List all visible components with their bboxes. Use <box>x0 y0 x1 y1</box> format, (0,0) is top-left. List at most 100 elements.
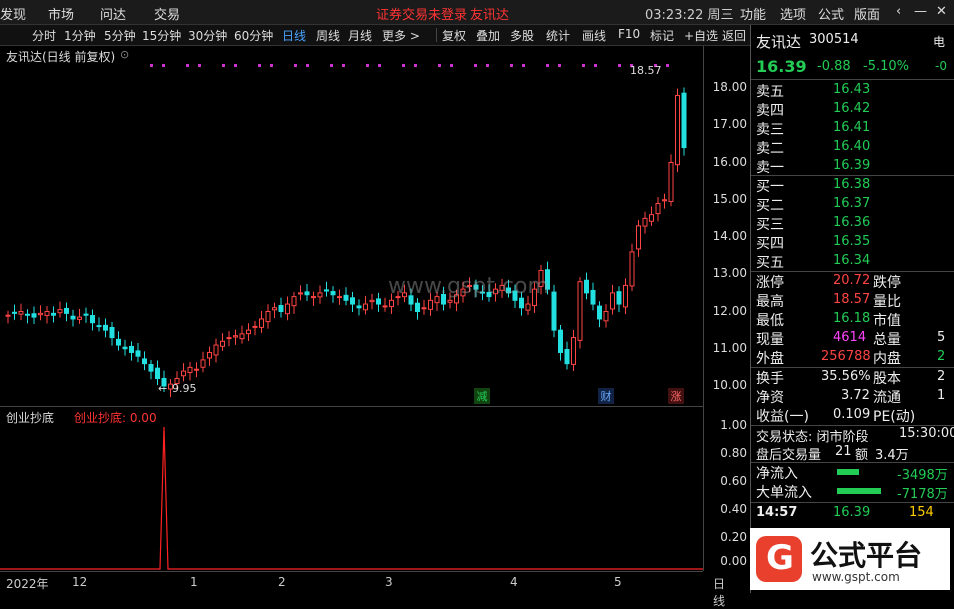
candle-body <box>324 289 329 292</box>
np-label: 内盘 <box>873 351 901 367</box>
candle-body <box>155 367 160 380</box>
menu-wenda[interactable]: 问达 <box>100 4 126 23</box>
candle-body <box>382 305 388 308</box>
low-label: 最低 <box>756 313 784 329</box>
candle-body <box>194 368 199 371</box>
close-icon[interactable]: ✕ <box>936 4 947 19</box>
marker-cai[interactable]: 财 <box>598 388 614 404</box>
signal-dot <box>198 64 201 67</box>
sell3-price: 16.41 <box>833 120 871 135</box>
candle-body <box>278 305 284 313</box>
zl-label: 总量 <box>873 332 901 348</box>
candle-body <box>363 303 368 311</box>
period-30min[interactable]: 30分钟 <box>188 27 227 44</box>
period-5min[interactable]: 5分钟 <box>104 27 136 44</box>
divider <box>436 28 437 42</box>
period-60min[interactable]: 60分钟 <box>234 27 273 44</box>
sell2-label: 卖二 <box>756 141 784 157</box>
indicator-panel[interactable]: 创业抄底 创业抄底: 0.00 <box>0 406 703 572</box>
np-value: 2 <box>937 349 946 364</box>
signal-dot <box>510 64 513 67</box>
buy5-label: 买五 <box>756 255 784 271</box>
menu-function[interactable]: 功能 <box>740 4 766 23</box>
period-1min[interactable]: 1分钟 <box>64 27 96 44</box>
period-daily[interactable]: 日线 <box>282 27 306 44</box>
logo-url: www.gspt.com <box>812 570 900 584</box>
after-hours-amt-label: 额 <box>855 448 869 463</box>
chart-toolbar: 分时 1分钟 5分钟 15分钟 30分钟 60分钟 日线 周线 月线 更多 > … <box>0 25 750 46</box>
signal-dot <box>594 64 597 67</box>
price-tick: 15.00 <box>712 192 747 206</box>
time-tick: 2 <box>278 575 286 589</box>
buy2-label: 买二 <box>756 198 784 214</box>
candle-body <box>129 345 134 353</box>
candle-body <box>571 337 576 365</box>
lt-label: 流通 <box>873 390 901 406</box>
logo-text: 公式平台 <box>810 539 923 572</box>
tool-multi[interactable]: 多股 <box>510 27 534 44</box>
candle-body <box>610 292 615 310</box>
sell3-label: 卖三 <box>756 122 784 138</box>
tool-add-watch[interactable]: +自选 <box>684 27 718 44</box>
candle-body <box>246 329 251 335</box>
minimize-icon[interactable]: — <box>914 4 927 19</box>
period-monthly[interactable]: 月线 <box>348 27 372 44</box>
buy4-label: 买四 <box>756 236 784 252</box>
period-label: 日线 <box>713 577 726 608</box>
candle-body <box>233 335 238 338</box>
signal-dot <box>234 64 237 67</box>
candle-body <box>675 94 680 166</box>
menu-layout[interactable]: 版面 <box>854 4 880 23</box>
gb-value: 2 <box>937 369 946 384</box>
tool-f10[interactable]: F10 <box>618 27 640 41</box>
tool-mark[interactable]: 标记 <box>650 27 674 44</box>
tool-overlay[interactable]: 叠加 <box>476 27 500 44</box>
sell1-price: 16.39 <box>833 158 871 173</box>
marker-zhang[interactable]: 涨 <box>668 388 684 404</box>
price-pct: -5.10% <box>863 59 909 74</box>
kline-chart[interactable]: 友讯达(日线 前复权) ⊙ 18.57 9.95 ← 减 财 涨 www.gsp… <box>0 46 703 406</box>
menu-discover[interactable]: 发现 <box>0 4 26 23</box>
sy-value: 0.109 <box>833 407 871 422</box>
buy1-label: 买一 <box>756 179 784 195</box>
app-name: 友讯达 <box>470 8 510 23</box>
candle-body <box>122 346 128 350</box>
period-more[interactable]: 更多 > <box>382 27 420 44</box>
menu-market[interactable]: 市场 <box>48 4 74 23</box>
period-weekly[interactable]: 周线 <box>316 27 340 44</box>
period-fenshi[interactable]: 分时 <box>32 27 56 44</box>
tool-back[interactable]: 返回 <box>722 27 746 44</box>
menu-options[interactable]: 选项 <box>780 4 806 23</box>
sell5-price: 16.43 <box>833 82 871 97</box>
candle-body <box>662 199 667 202</box>
price-change: -0.88 <box>817 59 851 74</box>
candle-body <box>428 299 433 310</box>
net-flow-value: -3498万 <box>897 468 948 483</box>
menu-formula[interactable]: 公式 <box>818 4 844 23</box>
candle-body <box>649 214 654 222</box>
gspt-logo: G 公式平台 www.gspt.com <box>750 528 950 590</box>
signal-dot <box>402 64 405 67</box>
big-flow-label: 大单流入 <box>756 485 812 501</box>
candle-body <box>636 225 641 250</box>
period-15min[interactable]: 15分钟 <box>142 27 181 44</box>
tool-stats[interactable]: 统计 <box>546 27 570 44</box>
back-arrow-icon[interactable]: ‹ <box>896 4 901 19</box>
candle-body <box>252 325 258 328</box>
candle-body <box>623 284 628 308</box>
signal-dot <box>582 64 585 67</box>
signal-dot <box>558 64 561 67</box>
signal-dot <box>162 64 165 67</box>
signal-dot <box>150 64 153 67</box>
candle-body <box>142 358 147 365</box>
marker-jian[interactable]: 减 <box>474 388 490 404</box>
tool-fuquan[interactable]: 复权 <box>442 27 466 44</box>
login-notice[interactable]: 证券交易未登录 <box>376 4 467 23</box>
signal-dot <box>378 64 381 67</box>
trade-status: 交易状态: 闭市阶段 <box>756 430 869 445</box>
menu-trade[interactable]: 交易 <box>154 4 180 23</box>
quote-panel: 友讯达 300514 电 16.39 -0.88 -5.10% -0 卖五 16… <box>750 25 954 593</box>
candle-body <box>83 313 89 316</box>
wp-value: 256788 <box>821 349 871 364</box>
tool-draw[interactable]: 画线 <box>582 27 606 44</box>
